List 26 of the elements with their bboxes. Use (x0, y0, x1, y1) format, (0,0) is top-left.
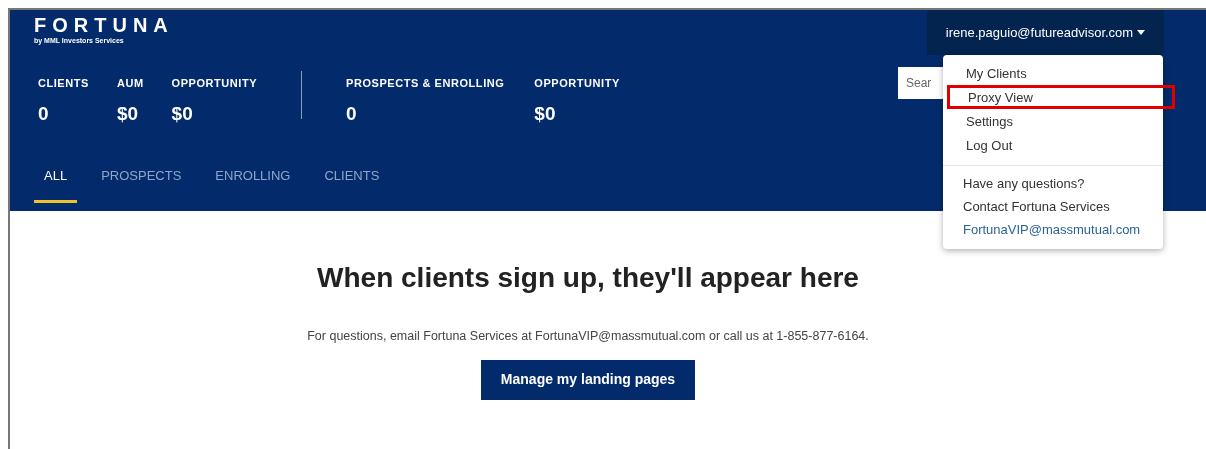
stat-value: $0 (171, 101, 194, 126)
stat-value: 0 (346, 101, 358, 126)
logo-wordmark: FORTUNA (34, 14, 174, 36)
manage-landing-pages-button[interactable]: Manage my landing pages (480, 359, 696, 400)
stat-label: CLIENTS (38, 76, 89, 91)
stat-label: OPPORTUNITY (534, 76, 620, 91)
filter-tab[interactable]: ALL (34, 166, 78, 203)
stat-label: AUM (116, 76, 144, 91)
empty-state-heading: When clients sign up, they'll appear here (317, 261, 859, 295)
filter-tab[interactable]: PROSPECTS (91, 166, 192, 203)
menu-item[interactable]: Log Out (943, 133, 1163, 157)
account-menu-button[interactable]: irene.paguio@futureadvisor.com (927, 10, 1164, 55)
caret-icon (1137, 30, 1146, 35)
stat-value: $0 (116, 101, 140, 126)
stat-label: OPPORTUNITY (171, 76, 258, 91)
filter-tab[interactable]: ENROLLING (205, 166, 301, 203)
menu-item[interactable]: Settings (943, 109, 1163, 133)
help-text: Have any questions? (962, 175, 1086, 193)
filter-tab[interactable]: CLIENTS (314, 166, 390, 203)
stat-value: 0 (38, 101, 50, 126)
empty-state-message: For questions, email Fortuna Services at FortunaVIP@massmutual.com or call us at 1-855-877-6164. (307, 328, 869, 345)
help-text: Contact Fortuna Services (962, 198, 1111, 216)
email-link[interactable]: FortunaVIP@massmutual.com (943, 220, 1163, 243)
stat-value: $0 (534, 101, 557, 126)
stat-label: PROSPECTS & ENROLLING (346, 76, 505, 91)
menu-item[interactable]: Proxy View (947, 85, 1175, 109)
